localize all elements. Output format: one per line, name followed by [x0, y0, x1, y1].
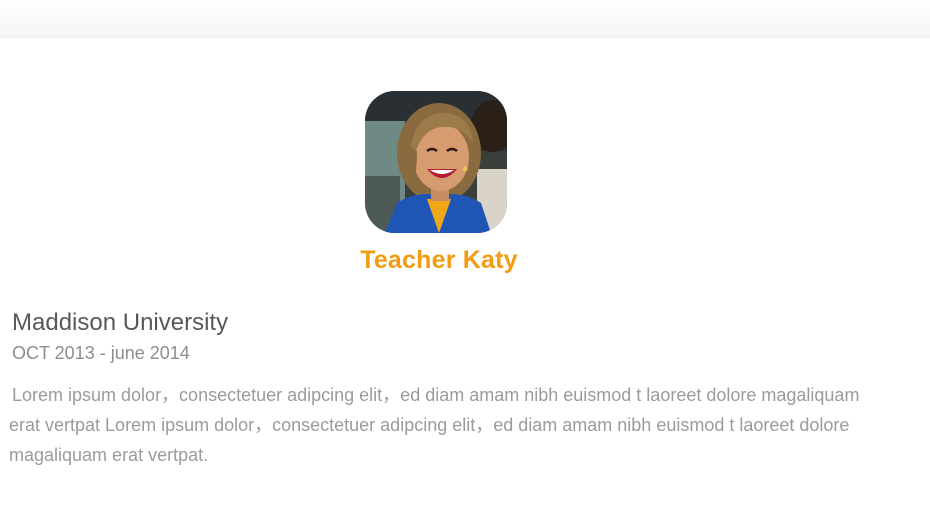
teacher-avatar — [365, 91, 507, 233]
teacher-portrait-icon — [365, 91, 507, 233]
education-dates: OCT 2013 - june 2014 — [12, 343, 190, 363]
education-institution: Maddison University — [12, 309, 229, 336]
education-description: Lorem ipsum dolor，consectetuer adipcing … — [9, 385, 860, 465]
header-band — [0, 0, 930, 38]
profile-page: Teacher Katy Maddison University OCT 201… — [0, 0, 930, 510]
teacher-name: Teacher Katy — [360, 246, 518, 274]
